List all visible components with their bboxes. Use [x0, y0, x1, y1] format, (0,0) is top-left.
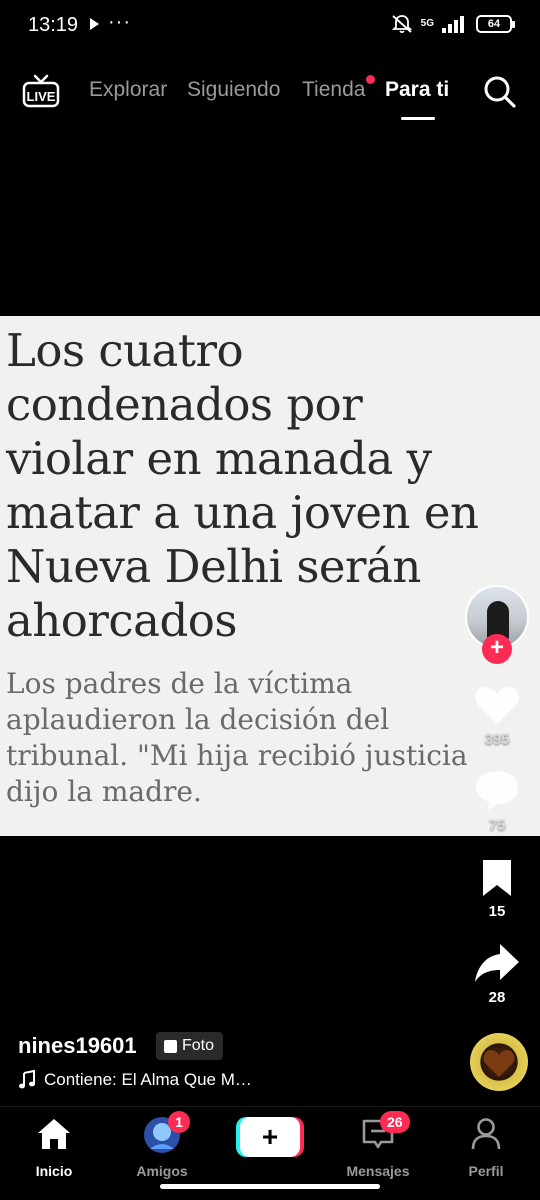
- nav-mensajes-label: Mensajes: [346, 1163, 410, 1179]
- photo-icon: [164, 1039, 177, 1053]
- nav-mensajes[interactable]: 26 Mensajes: [333, 1111, 423, 1179]
- heart-icon: [475, 687, 519, 724]
- save-button[interactable]: [480, 858, 514, 898]
- tab-para-ti[interactable]: Para ti: [385, 78, 449, 102]
- status-time: 13:19: [28, 14, 79, 36]
- status-bar: 13:19 ··· 5G 64: [0, 0, 540, 52]
- follow-button[interactable]: +: [482, 634, 512, 664]
- network-type: 5G: [420, 18, 434, 29]
- top-nav: LIVE Explorar Siguiendo Tienda Para ti: [0, 64, 540, 124]
- create-button[interactable]: +: [240, 1117, 300, 1157]
- battery-icon: 64: [476, 15, 515, 33]
- heart-disc-icon: [483, 1050, 515, 1077]
- nav-inicio-label: Inicio: [35, 1163, 73, 1179]
- bell-muted-icon: [391, 15, 412, 34]
- author-username[interactable]: nines19601: [18, 1033, 137, 1059]
- photo-headline: Los cuatro condenados por violar en mana…: [6, 324, 479, 647]
- home-icon: [38, 1119, 70, 1149]
- tv-icon: LIVE: [22, 74, 60, 108]
- music-disc[interactable]: [470, 1033, 528, 1091]
- plus-icon: +: [261, 1121, 279, 1152]
- media-playing-icon: [90, 18, 99, 30]
- music-note-icon: [19, 1070, 35, 1089]
- comment-count: 75: [488, 817, 506, 834]
- tab-siguiendo[interactable]: Siguiendo: [187, 78, 280, 102]
- signal-icon: [442, 16, 464, 33]
- nav-amigos[interactable]: 1 Amigos: [117, 1111, 207, 1179]
- live-label: LIVE: [27, 89, 56, 104]
- bookmark-icon: [483, 860, 511, 896]
- search-button[interactable]: [482, 74, 518, 110]
- like-count: 395: [484, 731, 510, 748]
- nav-amigos-label: Amigos: [136, 1163, 188, 1179]
- tab-explorar[interactable]: Explorar: [89, 78, 167, 102]
- search-icon: [484, 76, 516, 108]
- tab-tienda[interactable]: Tienda: [302, 78, 365, 102]
- share-arrow-icon: [475, 944, 519, 982]
- comment-icon: [476, 771, 518, 810]
- photo-subhead: Los padres de la víctima aplaudieron la …: [6, 667, 468, 808]
- active-tab-indicator: [401, 117, 435, 120]
- share-count: 28: [488, 989, 506, 1006]
- music-title: Contiene: El Alma Que M…: [44, 1070, 252, 1089]
- photo-type-label: Foto: [182, 1037, 215, 1054]
- profile-icon: [471, 1118, 501, 1150]
- share-button[interactable]: [474, 942, 520, 984]
- tienda-notification-dot: [366, 75, 375, 84]
- status-icons: 5G 64: [391, 14, 515, 34]
- nav-perfil-label: Perfil: [468, 1163, 504, 1179]
- amigos-badge: 1: [168, 1111, 190, 1133]
- nav-inicio[interactable]: Inicio: [9, 1117, 99, 1179]
- more-notifications-icon: ···: [108, 11, 131, 33]
- photo-type-badge: Foto: [156, 1032, 224, 1060]
- mensajes-badge: 26: [380, 1111, 410, 1133]
- post-photo[interactable]: Los cuatro condenados por violar en mana…: [0, 316, 540, 836]
- like-button[interactable]: [474, 684, 520, 726]
- nav-perfil[interactable]: Perfil: [441, 1117, 531, 1179]
- comment-button[interactable]: [474, 768, 520, 812]
- music-row[interactable]: Contiene: El Alma Que M…: [18, 1070, 252, 1090]
- home-indicator[interactable]: [160, 1184, 380, 1189]
- save-count: 15: [488, 903, 506, 920]
- live-button[interactable]: LIVE: [22, 74, 60, 108]
